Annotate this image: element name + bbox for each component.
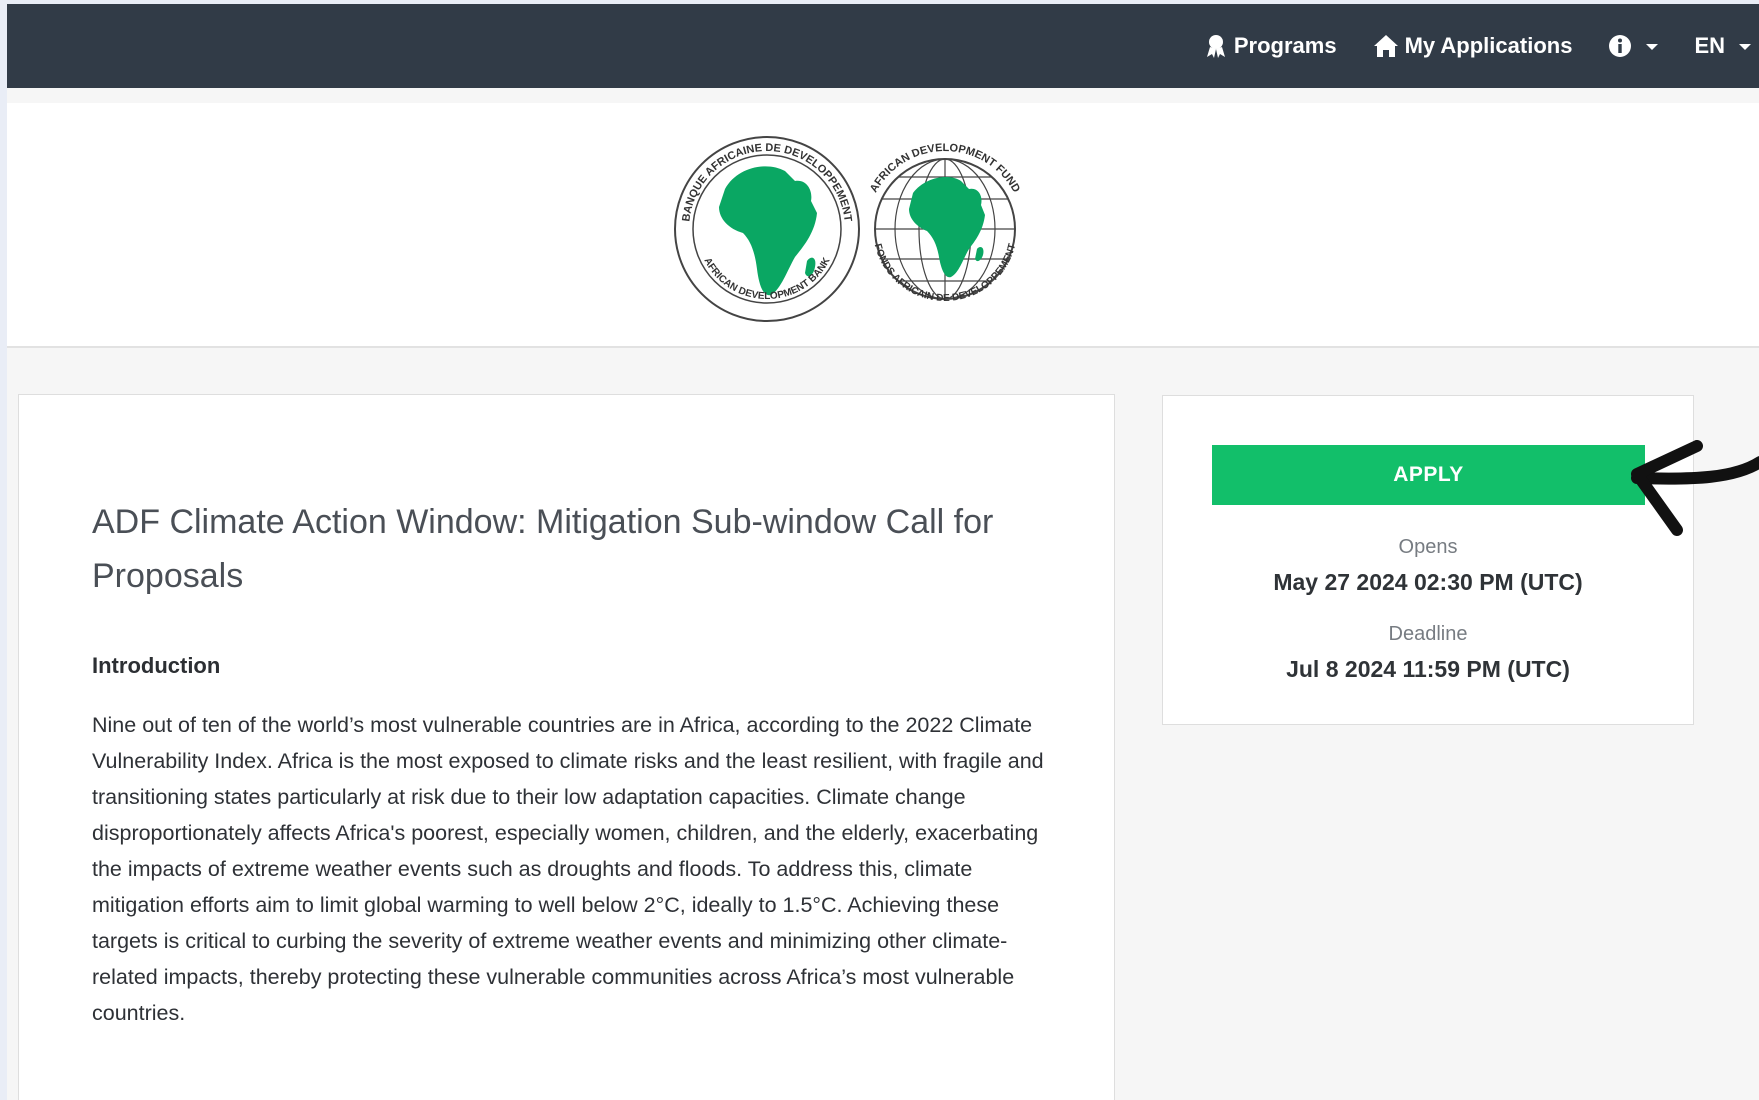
nav-programs-label: Programs [1233,33,1337,58]
home-icon [1373,35,1398,57]
nav-language-dropdown[interactable]: EN [1694,33,1751,59]
apply-button[interactable]: APPLY [1212,445,1645,505]
info-icon [1609,35,1632,57]
nav-my-applications[interactable]: My Applications [1373,33,1573,59]
nav-info-dropdown[interactable] [1608,34,1659,58]
afdb-logo: BANQUE AFRICAINE DE DEVELOPPEMENT AFRICA… [674,136,860,322]
award-icon [1206,35,1225,58]
deadline-date: Jul 8 2024 11:59 PM (UTC) [1286,656,1570,682]
deadline-label: Deadline [1388,623,1468,645]
adf-logo: AFRICAN DEVELOPMENT FUND FONDS AFRICAIN … [868,142,1022,304]
chevron-down-icon [1739,44,1751,50]
introduction-heading: Introduction [92,653,221,678]
opens-date: May 27 2024 02:30 PM (UTC) [1273,569,1583,595]
top-navbar: Programs My Applications EN [7,4,1759,88]
nav-my-applications-label: My Applications [1404,33,1573,58]
program-description-card: ADF Climate Action Window: Mitigation Su… [18,394,1115,1100]
organization-logos: BANQUE AFRICAINE DE DEVELOPPEMENT AFRICA… [674,136,1022,322]
chevron-down-icon [1646,44,1659,50]
program-title: ADF Climate Action Window: Mitigation Su… [92,503,994,595]
page-frame: Programs My Applications EN BANQUE AFRIC… [7,4,1759,1100]
language-label: EN [1694,33,1725,58]
opens-label: Opens [1398,536,1458,558]
logo-header: BANQUE AFRICAINE DE DEVELOPPEMENT AFRICA… [7,103,1759,348]
annotation-arrow-icon [1631,440,1759,536]
nav-programs[interactable]: Programs [1204,33,1337,59]
introduction-paragraph: Nine out of ten of the world’s most vuln… [92,713,1044,1025]
